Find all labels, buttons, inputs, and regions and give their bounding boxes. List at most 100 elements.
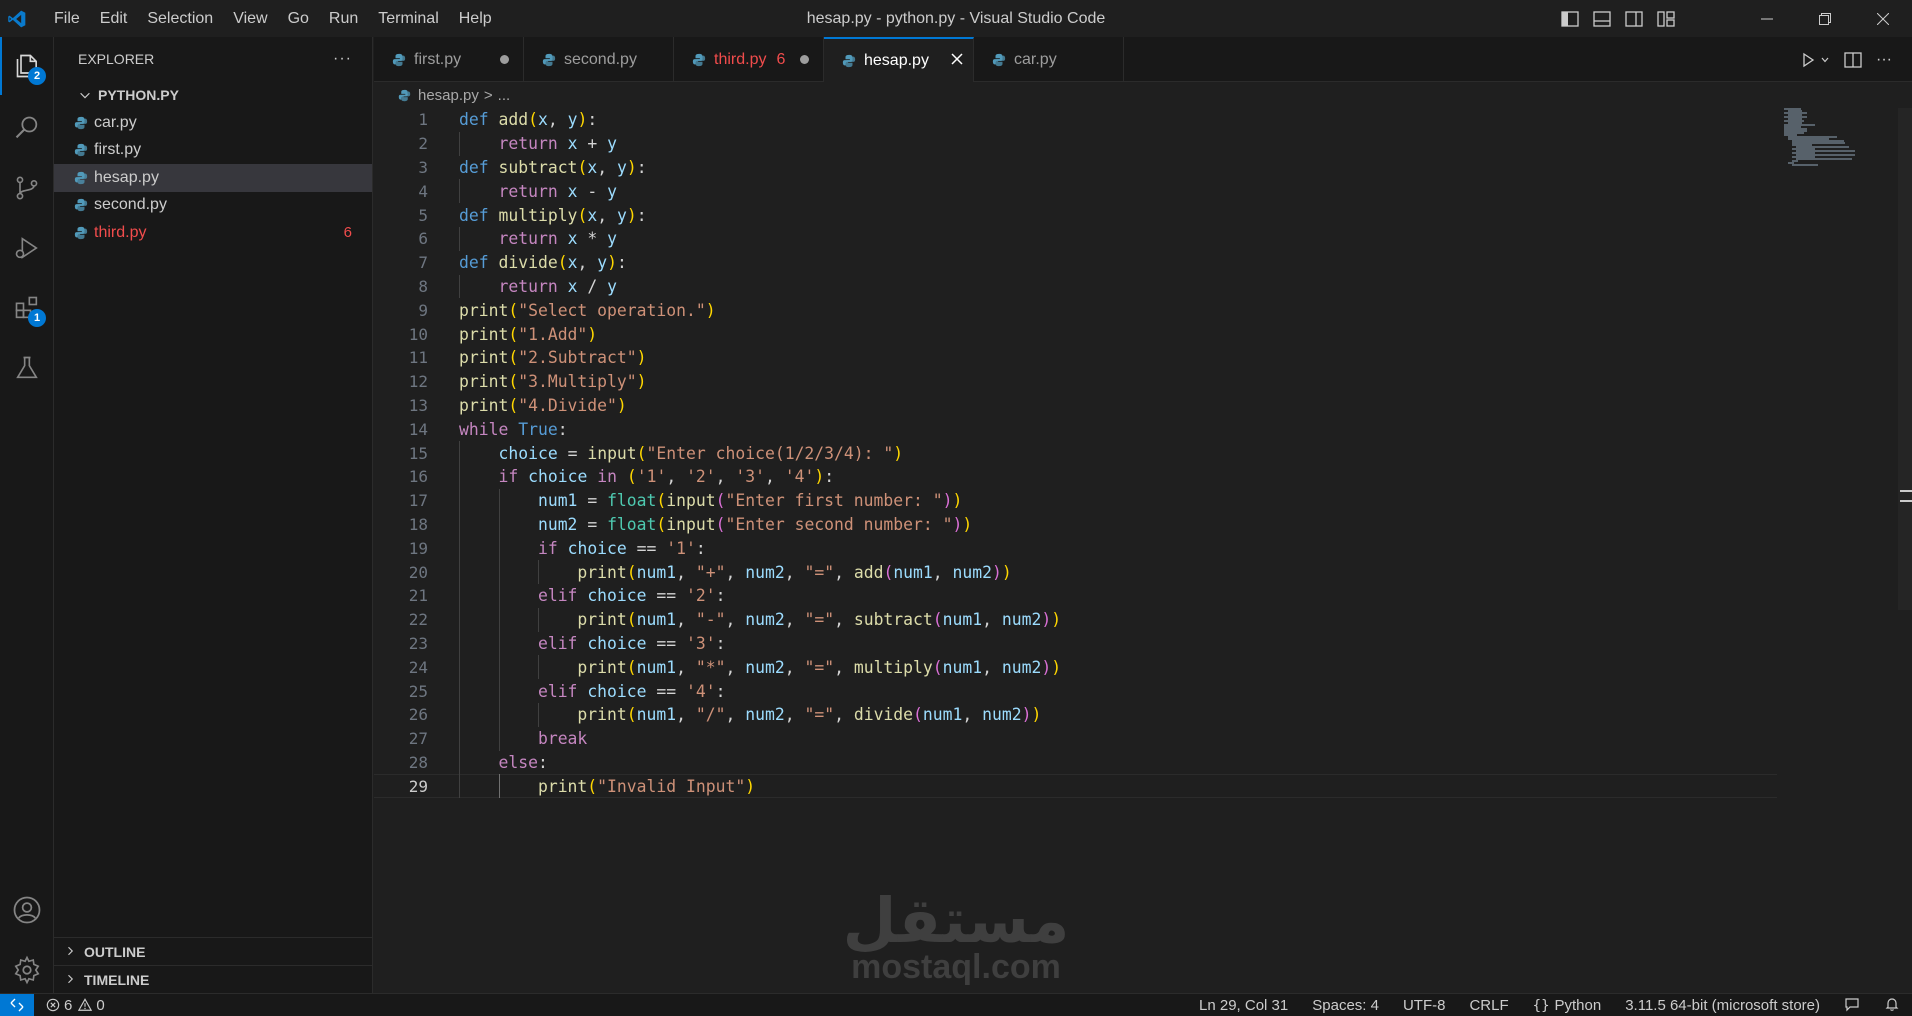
code-line[interactable]: 3 def subtract(x, y): <box>374 156 1774 180</box>
more-actions-icon[interactable]: ··· <box>1876 51 1892 69</box>
code-line[interactable]: 11 print("2.Subtract") <box>374 346 1774 370</box>
code-line[interactable]: 13 print("4.Divide") <box>374 394 1774 418</box>
tab-third[interactable]: third.py 6 <box>674 37 824 82</box>
outline-section[interactable]: OUTLINE <box>54 937 373 965</box>
unsaved-dot-icon[interactable] <box>500 55 509 64</box>
code-line[interactable]: 2 return x + y <box>374 132 1774 156</box>
line-number[interactable]: 8 <box>374 277 428 296</box>
source-control-icon[interactable] <box>0 159 54 217</box>
line-number[interactable]: 13 <box>374 396 428 415</box>
search-icon[interactable] <box>0 99 54 157</box>
code-line[interactable]: 22 print(num1, "-", num2, "=", subtract(… <box>374 608 1774 632</box>
line-number[interactable]: 10 <box>374 325 428 344</box>
code-line[interactable]: 19 if choice == '1': <box>374 536 1774 560</box>
encoding[interactable]: UTF-8 <box>1391 997 1458 1014</box>
breadcrumb-symbols[interactable]: ... <box>498 87 511 104</box>
code-line[interactable]: 12 print("3.Multiply") <box>374 370 1774 394</box>
line-number[interactable]: 16 <box>374 467 428 486</box>
breadcrumb-file[interactable]: hesap.py <box>418 87 479 104</box>
customize-layout-icon[interactable] <box>1655 10 1677 28</box>
problems-indicator[interactable]: 6 0 <box>46 997 105 1014</box>
line-number[interactable]: 14 <box>374 420 428 439</box>
line-number[interactable]: 22 <box>374 610 428 629</box>
code-line[interactable]: 21 elif choice == '2': <box>374 584 1774 608</box>
menu-edit[interactable]: Edit <box>90 0 138 37</box>
language-mode[interactable]: {} Python <box>1521 997 1614 1014</box>
code-line[interactable]: 1 def add(x, y): <box>374 108 1774 132</box>
line-number[interactable]: 19 <box>374 539 428 558</box>
code-line[interactable]: 10 print("1.Add") <box>374 322 1774 346</box>
code-line[interactable]: 5 def multiply(x, y): <box>374 203 1774 227</box>
close-tab-icon[interactable] <box>951 52 963 70</box>
minimap[interactable] <box>1784 108 1864 168</box>
line-number[interactable]: 28 <box>374 753 428 772</box>
minimize-icon[interactable] <box>1738 0 1796 37</box>
line-number[interactable]: 11 <box>374 348 428 367</box>
code-line[interactable]: 7 def divide(x, y): <box>374 251 1774 275</box>
menu-selection[interactable]: Selection <box>137 0 223 37</box>
line-number[interactable]: 15 <box>374 444 428 463</box>
extensions-icon[interactable]: 1 <box>0 279 54 337</box>
code-line[interactable]: 18 num2 = float(input("Enter second numb… <box>374 513 1774 537</box>
line-number[interactable]: 18 <box>374 515 428 534</box>
explorer-icon[interactable]: 2 <box>0 37 54 95</box>
toggle-primary-sidebar-icon[interactable] <box>1559 10 1581 28</box>
menu-run[interactable]: Run <box>319 0 368 37</box>
feedback-icon[interactable] <box>1832 996 1872 1016</box>
file-item-second[interactable]: second.py <box>54 192 372 220</box>
line-number[interactable]: 17 <box>374 491 428 510</box>
file-item-hesap[interactable]: hesap.py <box>54 164 372 192</box>
python-interpreter[interactable]: 3.11.5 64-bit (microsoft store) <box>1613 997 1832 1014</box>
line-number[interactable]: 25 <box>374 682 428 701</box>
code-line[interactable]: 29 print("Invalid Input") <box>374 774 1777 799</box>
code-line[interactable]: 6 return x * y <box>374 227 1774 251</box>
toggle-secondary-sidebar-icon[interactable] <box>1623 10 1645 28</box>
menu-help[interactable]: Help <box>449 0 502 37</box>
run-debug-icon[interactable] <box>0 219 54 277</box>
code-line[interactable]: 25 elif choice == '4': <box>374 679 1774 703</box>
code-line[interactable]: 24 print(num1, "*", num2, "=", multiply(… <box>374 655 1774 679</box>
menu-file[interactable]: File <box>44 0 90 37</box>
split-editor-icon[interactable] <box>1844 51 1862 68</box>
notifications-bell-icon[interactable] <box>1872 996 1912 1016</box>
unsaved-dot-icon[interactable] <box>800 55 809 64</box>
more-actions-icon[interactable]: ··· <box>333 50 352 68</box>
settings-gear-icon[interactable] <box>0 941 54 999</box>
line-number[interactable]: 9 <box>374 301 428 320</box>
testing-icon[interactable] <box>0 339 54 397</box>
timeline-section[interactable]: TIMELINE <box>54 965 373 993</box>
tab-second[interactable]: second.py <box>524 37 674 82</box>
line-number[interactable]: 5 <box>374 206 428 225</box>
line-number[interactable]: 29 <box>374 777 428 796</box>
accounts-icon[interactable] <box>0 881 54 939</box>
code-line[interactable]: 9 print("Select operation.") <box>374 298 1774 322</box>
cursor-position[interactable]: Ln 29, Col 31 <box>1187 997 1300 1014</box>
tab-car[interactable]: car.py <box>974 37 1124 82</box>
line-number[interactable]: 2 <box>374 134 428 153</box>
indentation[interactable]: Spaces: 4 <box>1300 997 1391 1014</box>
code-line[interactable]: 28 else: <box>374 751 1774 775</box>
tab-hesap[interactable]: hesap.py <box>824 37 974 82</box>
code-line[interactable]: 27 break <box>374 727 1774 751</box>
run-dropdown-chevron-icon[interactable] <box>1820 55 1830 65</box>
line-number[interactable]: 3 <box>374 158 428 177</box>
code-editor[interactable]: 1 def add(x, y): 2 return x + y 3 def subtra… <box>374 108 1912 993</box>
run-python-icon[interactable] <box>1800 52 1816 68</box>
file-item-third[interactable]: third.py 6 <box>54 219 372 247</box>
code-line[interactable]: 16 if choice in ('1', '2', '3', '4'): <box>374 465 1774 489</box>
editor-scrollbar[interactable] <box>1898 108 1912 610</box>
code-line[interactable]: 20 print(num1, "+", num2, "=", add(num1,… <box>374 560 1774 584</box>
line-number[interactable]: 7 <box>374 253 428 272</box>
line-number[interactable]: 23 <box>374 634 428 653</box>
code-line[interactable]: 4 return x - y <box>374 179 1774 203</box>
line-number[interactable]: 21 <box>374 586 428 605</box>
code-line[interactable]: 26 print(num1, "/", num2, "=", divide(nu… <box>374 703 1774 727</box>
end-of-line[interactable]: CRLF <box>1457 997 1520 1014</box>
code-line[interactable]: 15 choice = input("Enter choice(1/2/3/4)… <box>374 441 1774 465</box>
folder-title[interactable]: PYTHON.PY <box>54 81 372 109</box>
line-number[interactable]: 12 <box>374 372 428 391</box>
line-number[interactable]: 26 <box>374 705 428 724</box>
line-number[interactable]: 6 <box>374 229 428 248</box>
file-item-car[interactable]: car.py <box>54 109 372 137</box>
line-number[interactable]: 24 <box>374 658 428 677</box>
